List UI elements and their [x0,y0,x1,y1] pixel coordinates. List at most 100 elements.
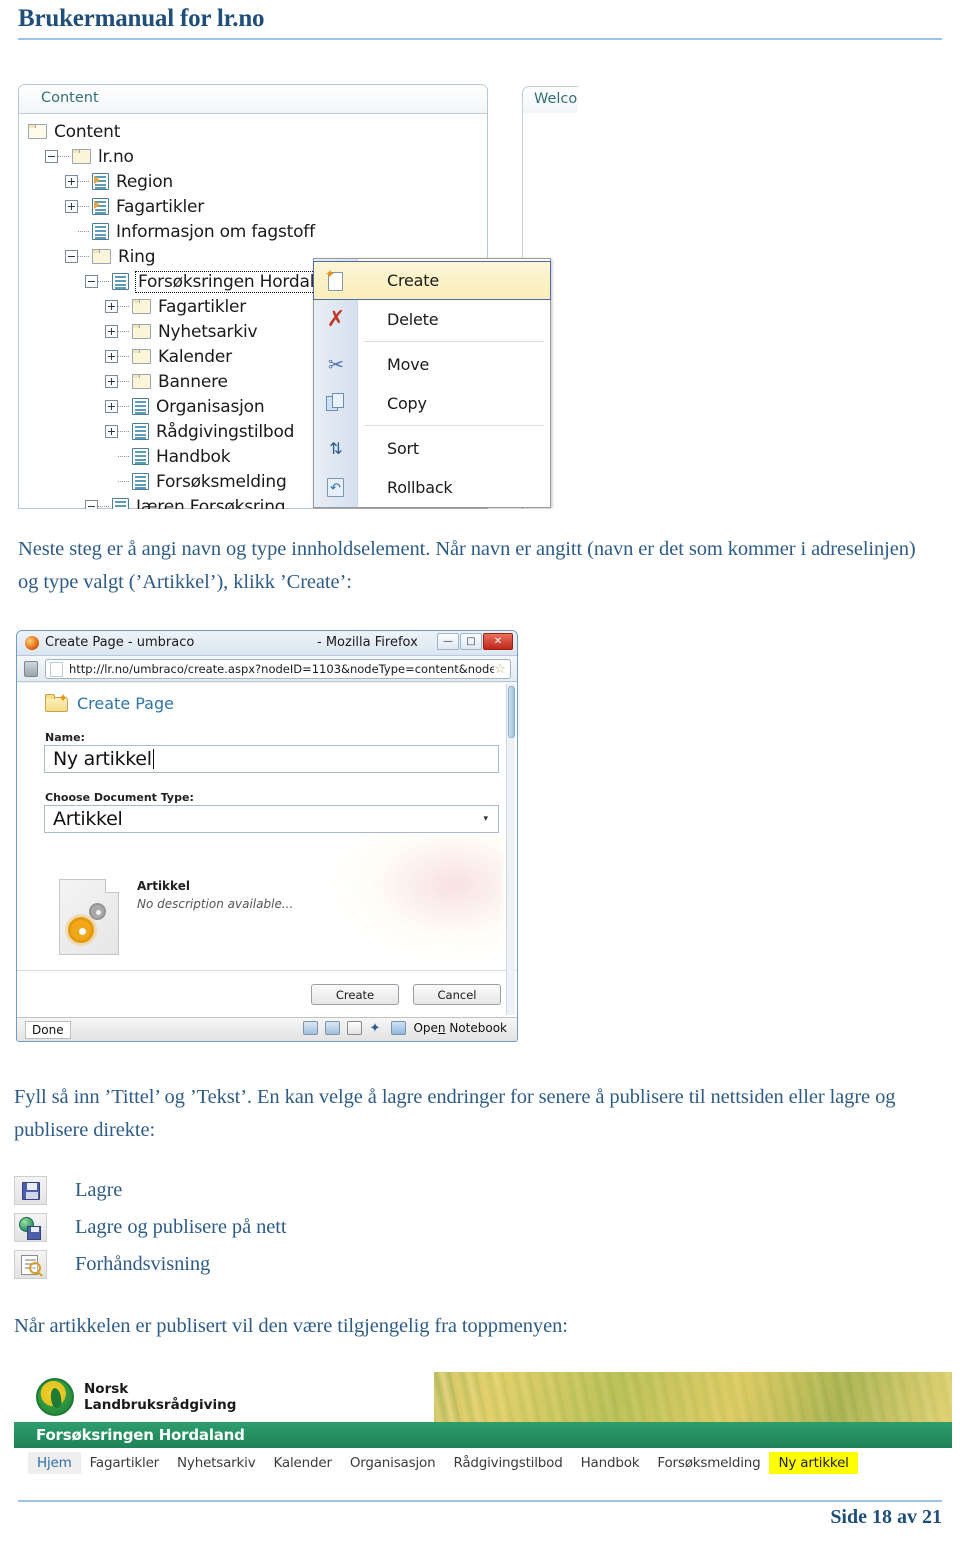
bookmark-star-icon[interactable]: ☆ [494,662,506,677]
tray-split-icon[interactable] [303,1021,319,1035]
expand-icon[interactable] [105,350,118,363]
collapse-icon[interactable] [85,500,98,509]
tree-node[interactable]: Informasjon om fagstoff [65,219,315,244]
context-menu-item-move[interactable]: ✂ Move [314,345,552,384]
nav-item-nyhetsarkiv[interactable]: Nyhetsarkiv [168,1452,264,1474]
tree-node[interactable]: Forsøksmelding [105,469,287,494]
address-bar[interactable]: http://lr.no/umbraco/create.aspx?nodeID=… [45,659,511,679]
tree-node[interactable]: Region [65,169,173,194]
tree-node[interactable]: Kalender [105,344,232,369]
expand-icon[interactable] [105,425,118,438]
tree-node[interactable]: Ring [65,244,156,269]
expand-icon[interactable] [65,175,78,188]
browser-name: - Mozilla Firefox [317,635,418,650]
folder-icon [132,299,151,314]
expand-icon[interactable] [105,400,118,413]
nav-item-kalender[interactable]: Kalender [265,1452,341,1474]
chevron-down-icon[interactable]: ▾ [483,814,488,824]
nav-item-forsøksmelding[interactable]: Forsøksmelding [648,1452,769,1474]
paragraph-published-topmenu: Når artikkelen er publisert vil den være… [14,1315,568,1337]
expand-icon[interactable] [105,300,118,313]
firefox-titlebar: Create Page - umbraco - Mozilla Firefox … [17,631,517,656]
site-identity-icon[interactable] [24,661,38,677]
tree-node[interactable]: Forsøksringen Hordaland [85,269,349,294]
tray-notebook-icon[interactable] [391,1021,407,1035]
tree-node-label: Region [116,171,173,192]
preview-magnifier-icon [14,1250,47,1279]
tree-node[interactable]: Handbok [105,444,231,469]
doc-icon [132,448,149,465]
organization-name-line2: Landbruksrådgiving [84,1397,237,1413]
collapse-icon[interactable] [85,275,98,288]
tree-node[interactable]: Fagartikler [65,194,204,219]
tree-node[interactable]: Rådgivingstilbod [105,419,294,444]
minimize-button[interactable]: — [437,633,459,650]
document-type-preview-name: Artikkel [137,879,190,893]
doc-icon [132,398,149,415]
folder-icon [132,324,151,339]
scrollbar-thumb[interactable] [508,686,515,738]
tab-content-label[interactable]: Content [41,90,99,106]
tree-node-label: Handbok [156,446,231,467]
create-button[interactable]: Create [311,984,399,1005]
button-separator [17,970,517,971]
dialog-buttons: Create Cancel [311,984,501,1005]
action-icon-row: Forhåndsvisning [14,1246,286,1283]
tree-connector [98,506,109,507]
footer-divider [18,1500,942,1502]
context-menu-separator [364,341,544,342]
tree-node-label: Informasjon om fagstoff [116,221,315,242]
expand-icon[interactable] [65,200,78,213]
action-icon-label: Lagre [75,1179,123,1201]
page-title: Brukermanual for lr.no [18,5,265,32]
tree-node[interactable]: Nyhetsarkiv [105,319,258,344]
open-notebook-pre: Ope [413,1021,438,1035]
context-menu-item-create[interactable]: ✦ Create [313,261,551,300]
favicon-icon [50,661,63,677]
tree-node[interactable]: Organisasjon [105,394,265,419]
context-menu-item-copy[interactable]: Copy [314,384,552,423]
document-type-select[interactable]: Artikkel ▾ [44,805,499,833]
tree-connector [118,406,129,407]
save-floppy-icon [14,1176,47,1205]
folder-icon [132,374,151,389]
context-menu-item-label: Sort [387,439,419,458]
context-menu-item-rollback[interactable]: ↶ Rollback [314,468,552,507]
tree-node-label: Rådgivingstilbod [156,421,295,442]
tree-node[interactable]: Bannere [105,369,228,394]
site-banner-screenshot: Norsk Landbruksrådgiving Forsøksringen H… [14,1372,952,1478]
dialog-scrollbar[interactable] [506,684,515,1015]
tray-wand-icon[interactable]: ✦ [369,1021,384,1036]
create-page-icon: ✦ [325,268,347,293]
organization-name-line1: Norsk [84,1381,129,1397]
tree-node[interactable]: Fagartikler [105,294,246,319]
close-button[interactable]: ✕ [483,633,513,650]
name-input[interactable]: Ny artikkel [44,745,499,773]
tree-node-label: Ring [118,246,156,267]
cancel-button[interactable]: Cancel [413,984,501,1005]
collapse-icon[interactable] [65,250,78,263]
firefox-statusbar: Done ✦ Open Notebook [17,1017,517,1041]
nav-item-rådgivingstilbod[interactable]: Rådgivingstilbod [444,1452,571,1474]
nav-item-hjem[interactable]: Hjem [28,1452,81,1474]
context-menu-item-delete[interactable]: ✗ Delete [314,300,552,339]
url-text: http://lr.no/umbraco/create.aspx?nodeID=… [69,662,494,676]
tray-mail-icon[interactable] [347,1021,363,1035]
tree-node-label: Bannere [158,371,228,392]
nav-item-organisasjon[interactable]: Organisasjon [341,1452,445,1474]
context-menu-item-sort[interactable]: ⇅ Sort [314,429,552,468]
tree-node[interactable]: lr.no [45,144,134,169]
maximize-button[interactable]: □ [460,633,482,650]
nav-item-fagartikler[interactable]: Fagartikler [81,1452,168,1474]
collapse-icon[interactable] [45,150,58,163]
open-notebook-label[interactable]: Open Notebook [413,1021,507,1035]
nav-item-ny-artikkel[interactable]: Ny artikkel [769,1452,858,1474]
tree-node[interactable]: Jæren Forsøksring [85,494,286,509]
tree-node[interactable]: Content [25,119,120,144]
name-input-value: Ny artikkel [53,748,152,770]
expand-icon[interactable] [105,375,118,388]
tray-grid-icon[interactable] [325,1021,341,1035]
doc-icon [132,473,149,490]
expand-icon[interactable] [105,325,118,338]
nav-item-handbok[interactable]: Handbok [572,1452,649,1474]
